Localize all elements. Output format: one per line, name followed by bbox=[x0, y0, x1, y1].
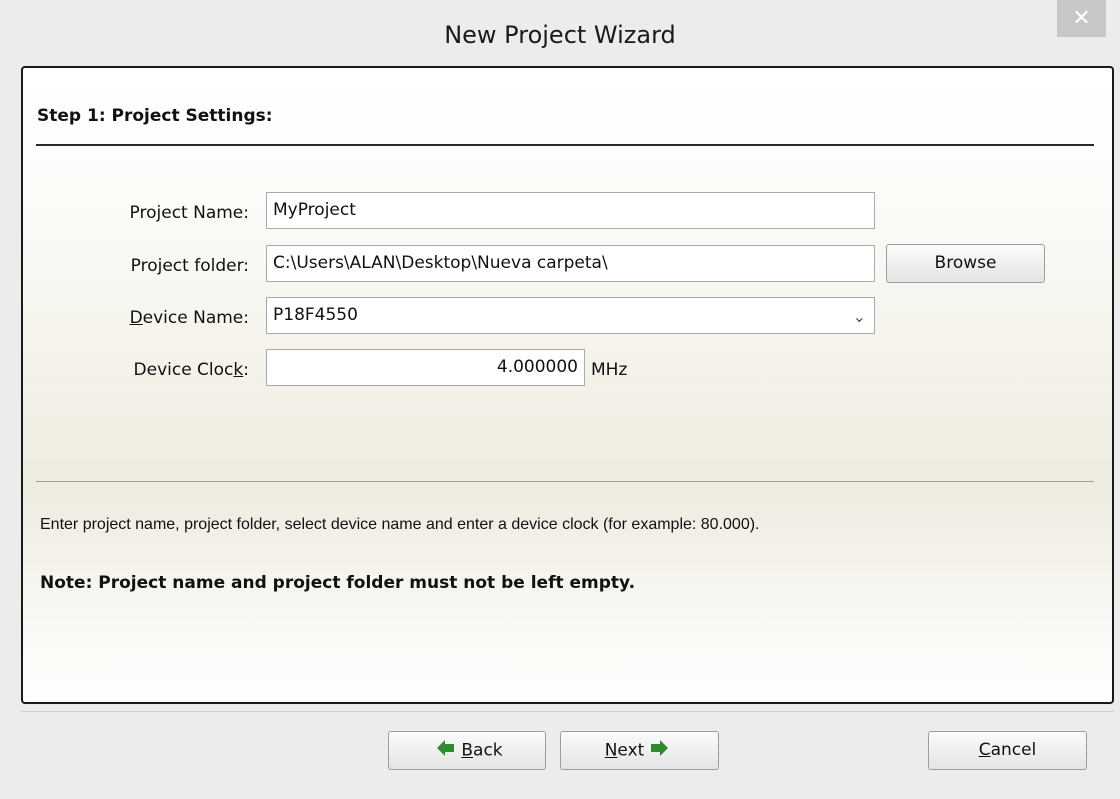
device-clock-unit: MHz bbox=[591, 360, 628, 380]
close-icon: ✕ bbox=[1072, 6, 1091, 31]
device-name-label: Device Name: bbox=[79, 308, 249, 328]
device-clock-label-prefix: Device Cloc bbox=[133, 360, 234, 380]
device-clock-input[interactable]: 4.000000 bbox=[266, 349, 585, 386]
cancel-label-rest: ancel bbox=[990, 740, 1037, 760]
project-name-input[interactable]: MyProject bbox=[266, 192, 875, 229]
device-clock-accel-key: k bbox=[233, 360, 244, 380]
device-clock-label: Device Clock: bbox=[79, 360, 249, 380]
divider-top bbox=[36, 144, 1094, 146]
arrow-left-icon bbox=[437, 732, 455, 769]
new-project-wizard-window: New Project Wizard ✕ Step 1: Project Set… bbox=[0, 0, 1120, 799]
step-heading: Step 1: Project Settings: bbox=[37, 106, 273, 126]
project-folder-input[interactable]: C:\Users\ALAN\Desktop\Nueva carpeta\ bbox=[266, 245, 875, 282]
back-label-rest: ack bbox=[473, 740, 503, 761]
device-name-select[interactable]: P18F4550 ⌄ bbox=[266, 297, 875, 334]
back-button[interactable]: Back bbox=[388, 731, 546, 770]
chevron-down-icon: ⌄ bbox=[852, 307, 866, 326]
device-clock-label-suffix: : bbox=[243, 360, 249, 380]
device-name-label-rest: evice Name: bbox=[142, 308, 249, 328]
next-button[interactable]: Next bbox=[560, 731, 719, 770]
back-accel-key: B bbox=[461, 740, 474, 761]
close-button[interactable]: ✕ bbox=[1057, 0, 1106, 37]
note-text: Note: Project name and project folder mu… bbox=[40, 573, 636, 593]
device-name-accel-key: D bbox=[129, 308, 143, 328]
footer-divider bbox=[21, 711, 1114, 712]
divider-middle bbox=[36, 481, 1094, 482]
next-accel-key: N bbox=[604, 740, 618, 761]
title-bar: New Project Wizard ✕ bbox=[0, 0, 1120, 62]
next-label-rest: ext bbox=[617, 740, 645, 761]
arrow-right-icon bbox=[650, 732, 669, 769]
project-folder-label: Project folder: bbox=[130, 256, 249, 276]
help-text: Enter project name, project folder, sele… bbox=[40, 516, 760, 533]
wizard-panel: Step 1: Project Settings: Project Name: … bbox=[21, 66, 1114, 704]
cancel-button[interactable]: Cancel bbox=[928, 731, 1087, 770]
project-name-label: Project Name: bbox=[129, 203, 249, 223]
device-name-value: P18F4550 bbox=[273, 305, 358, 325]
cancel-accel-key: C bbox=[978, 740, 991, 760]
browse-button[interactable]: Browse bbox=[886, 244, 1045, 283]
window-title: New Project Wizard bbox=[444, 21, 676, 49]
